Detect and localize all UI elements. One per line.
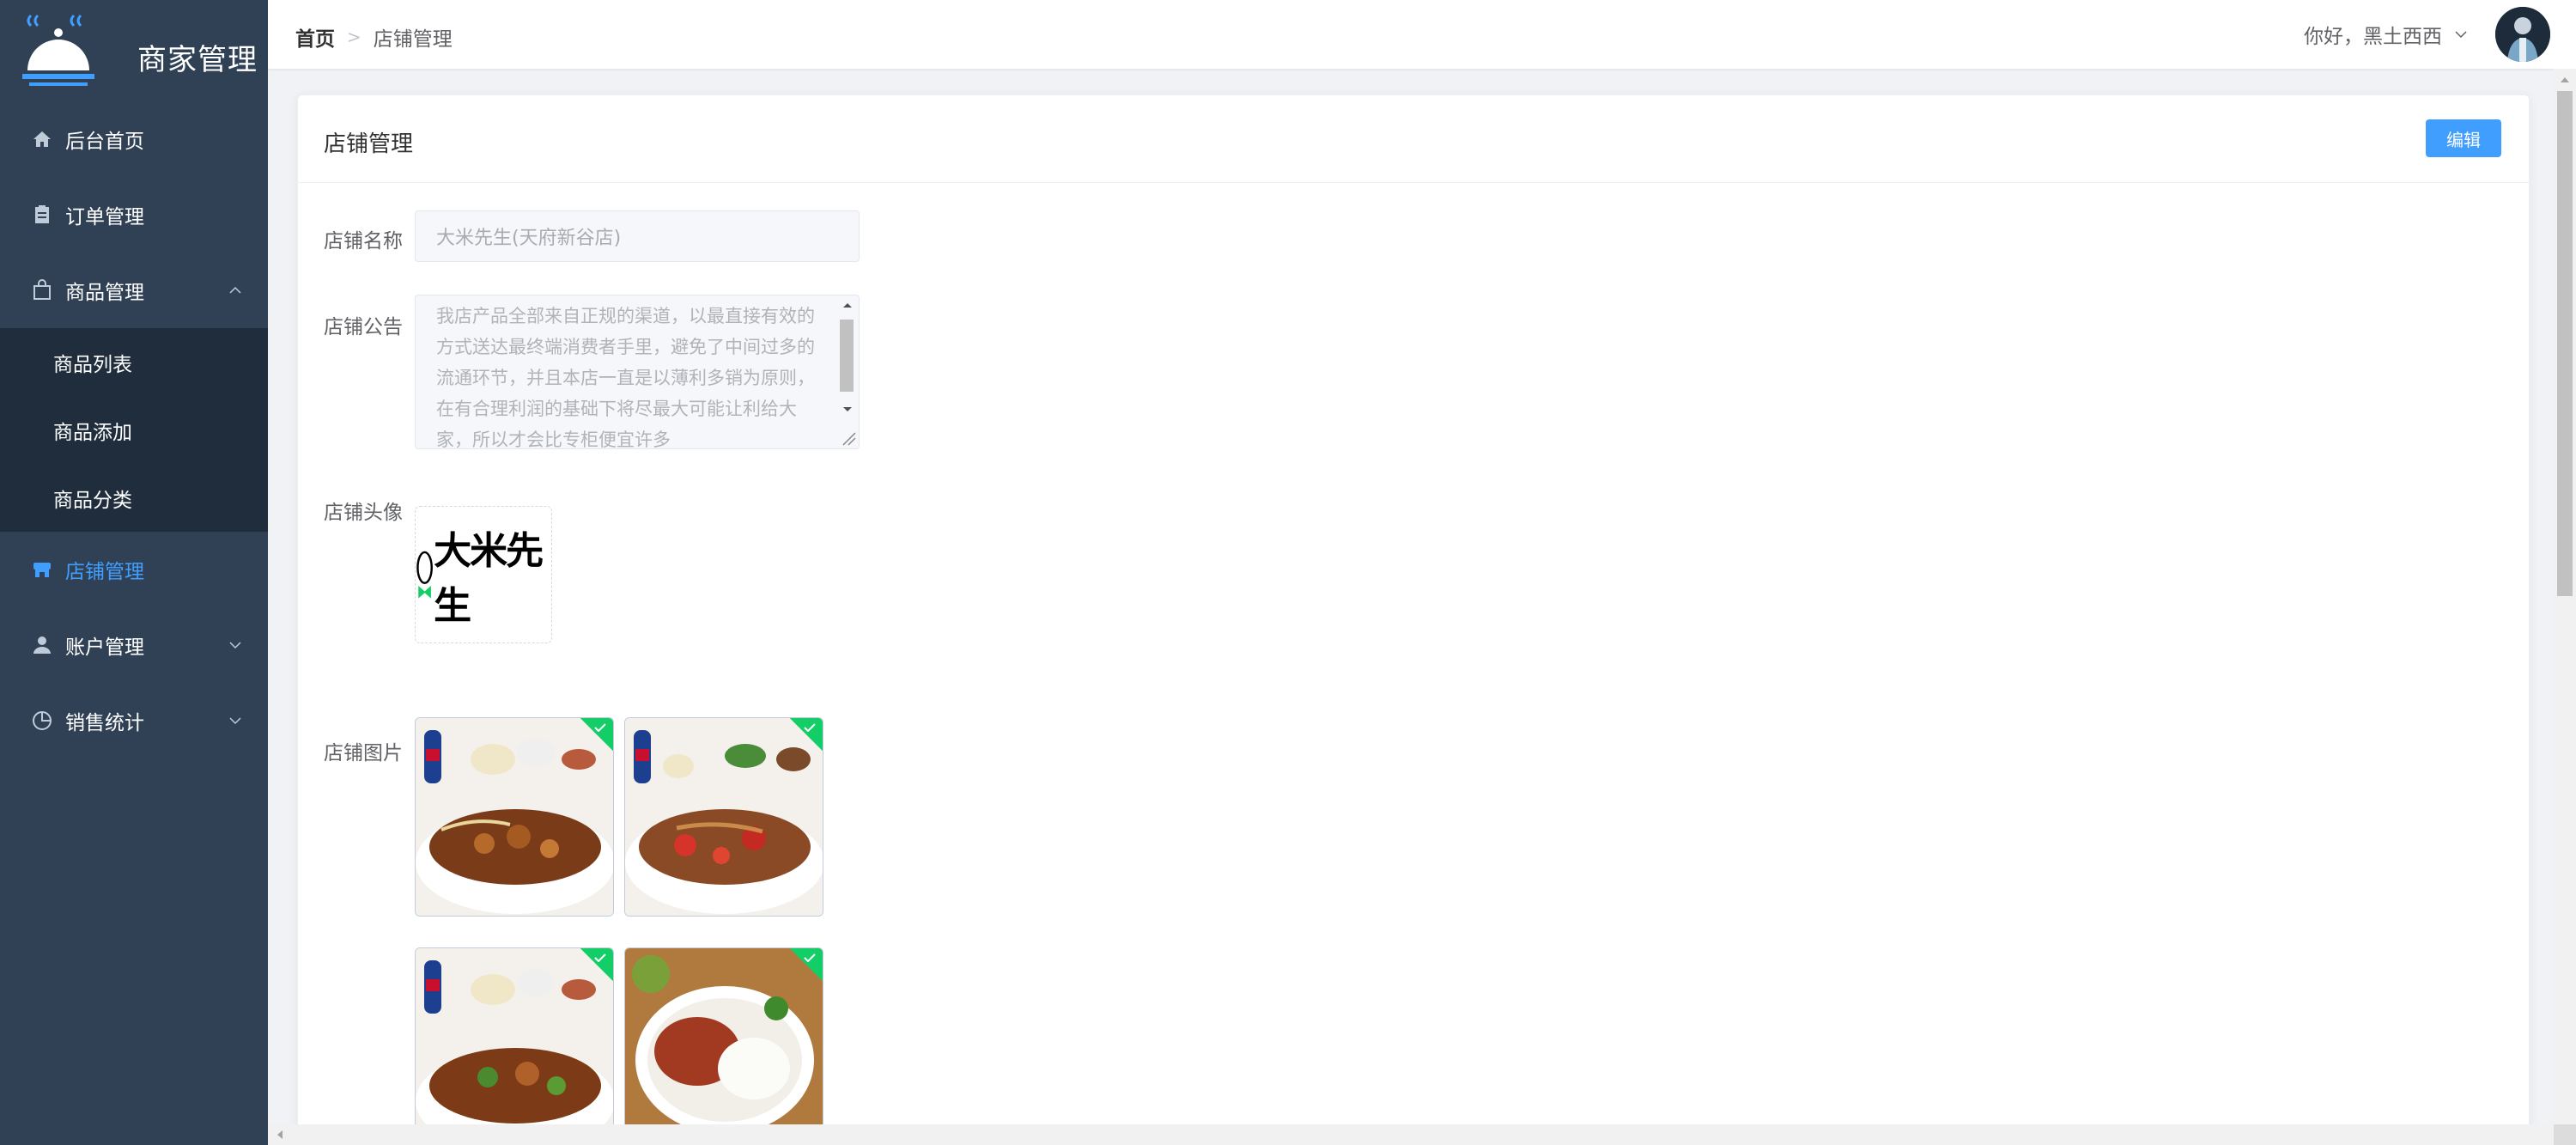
sidebar-item-label: 订单管理 <box>65 206 144 228</box>
scroll-left-icon[interactable] <box>271 1124 289 1145</box>
resize-handle-icon[interactable] <box>838 428 857 447</box>
food-photo-image <box>625 948 823 1144</box>
shop-name-value: 大米先生(天府新谷店) <box>436 228 622 249</box>
sidebar-item-account[interactable]: 账户管理 <box>0 607 268 683</box>
food-cloche-icon <box>22 14 94 86</box>
products-submenu: 商品列表 商品添加 商品分类 <box>0 328 268 532</box>
scroll-up-icon[interactable] <box>2554 70 2576 88</box>
chevron-down-icon <box>229 717 241 725</box>
chevron-down-icon[interactable] <box>2454 27 2468 41</box>
shop-picture-4[interactable] <box>624 947 823 1144</box>
sidebar-item-dashboard[interactable]: 后台首页 <box>0 101 268 177</box>
shop-picture-3[interactable] <box>415 947 614 1144</box>
shop-icon <box>31 558 53 581</box>
shop-notice-value: 我店产品全部来自正规的渠道，以最直接有效的方式送达最终端消费者手里，避免了中间过… <box>436 306 815 449</box>
shop-notice-label: 店铺公告 <box>324 316 403 338</box>
edit-button[interactable]: 编辑 <box>2426 119 2501 157</box>
chevron-up-icon <box>229 286 241 294</box>
sidebar-item-label: 商品添加 <box>53 421 132 444</box>
breadcrumb-home[interactable]: 首页 <box>295 22 335 52</box>
top-header: 首页 > 店铺管理 你好，黑土西西 <box>268 0 2576 69</box>
card-title: 店铺管理 <box>324 131 414 157</box>
sidebar-item-product-add[interactable]: 商品添加 <box>0 396 268 464</box>
breadcrumb-separator-icon: > <box>347 27 361 47</box>
food-photo-image <box>625 718 823 916</box>
breadcrumb: 首页 > 店铺管理 <box>295 22 453 52</box>
user-menu[interactable]: 你好，黑土西西 <box>2304 5 2550 64</box>
sidebar-item-product-category[interactable]: 商品分类 <box>0 464 268 532</box>
check-icon <box>804 953 816 962</box>
sidebar-item-label: 销售统计 <box>65 712 144 734</box>
sidebar: 商家管理 后台首页 订单管理 商品管理 商品列表 商品添加 商品分类 店铺管理 <box>0 0 268 1145</box>
scroll-down-icon[interactable] <box>838 404 857 416</box>
sidebar-item-label: 账户管理 <box>65 636 144 659</box>
sidebar-item-products[interactable]: 商品管理 <box>0 253 268 328</box>
food-photo-image <box>416 718 613 916</box>
page-vertical-scrollbar[interactable] <box>2554 69 2576 1124</box>
check-icon <box>594 953 606 962</box>
app-title: 商家管理 <box>137 42 258 77</box>
check-icon <box>804 723 816 732</box>
user-avatar-image <box>2495 7 2550 62</box>
sidebar-item-orders[interactable]: 订单管理 <box>0 177 268 253</box>
home-icon <box>31 128 53 150</box>
pie-chart-icon <box>31 710 53 732</box>
rice-drop-logo-icon <box>416 551 433 599</box>
shop-management-card: 店铺管理 编辑 店铺名称 大米先生(天府新谷店) 店铺公告 我店产品全部来自正规… <box>297 94 2530 1145</box>
page-horizontal-scrollbar[interactable] <box>268 1124 2554 1145</box>
sidebar-item-sales[interactable]: 销售统计 <box>0 683 268 758</box>
card-header: 店铺管理 编辑 <box>298 95 2529 183</box>
shop-avatar-label: 店铺头像 <box>324 502 403 524</box>
scroll-up-icon[interactable] <box>838 299 857 311</box>
shop-notice-textarea[interactable]: 我店产品全部来自正规的渠道，以最直接有效的方式送达最终端消费者手里，避免了中间过… <box>415 295 860 449</box>
clipboard-icon <box>31 204 53 226</box>
sidebar-item-label: 商品分类 <box>53 489 132 512</box>
sidebar-item-label: 店铺管理 <box>65 561 144 583</box>
page-scroll-thumb[interactable] <box>2557 91 2573 596</box>
breadcrumb-current: 店铺管理 <box>373 28 453 51</box>
shop-avatar-upload[interactable]: 大米先生 <box>415 506 552 643</box>
shop-logo-text: 大米先生 <box>434 529 544 628</box>
shop-picture-2[interactable] <box>624 717 823 917</box>
textarea-scrollbar[interactable] <box>838 297 857 447</box>
textarea-scroll-thumb[interactable] <box>840 320 854 392</box>
scrollbar-corner <box>2554 1124 2576 1145</box>
sidebar-item-shop[interactable]: 店铺管理 <box>0 532 268 607</box>
sidebar-item-label: 后台首页 <box>65 131 144 153</box>
food-photo-image <box>416 948 613 1144</box>
check-icon <box>594 723 606 732</box>
shop-pictures-label: 店铺图片 <box>324 742 403 764</box>
sidebar-item-label: 商品管理 <box>65 282 144 304</box>
shop-picture-1[interactable] <box>415 717 614 917</box>
bag-icon <box>31 279 53 301</box>
chevron-down-icon <box>229 642 241 649</box>
shop-name-label: 店铺名称 <box>324 230 403 253</box>
user-greeting[interactable]: 你好，黑土西西 <box>2304 20 2442 49</box>
sidebar-item-product-list[interactable]: 商品列表 <box>0 328 268 396</box>
avatar[interactable] <box>2495 7 2550 62</box>
user-icon <box>31 634 53 656</box>
shop-name-input[interactable]: 大米先生(天府新谷店) <box>415 210 860 262</box>
app-logo: 商家管理 <box>0 0 268 101</box>
sidebar-item-label: 商品列表 <box>53 353 132 376</box>
